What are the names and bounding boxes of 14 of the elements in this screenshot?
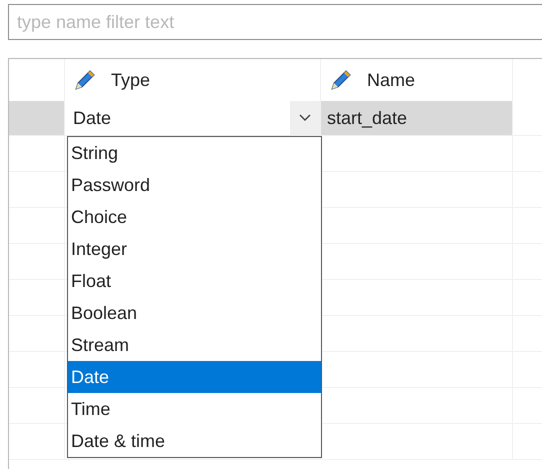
dropdown-option[interactable]: Choice	[68, 201, 321, 233]
chevron-down-icon	[299, 114, 311, 122]
dropdown-option[interactable]: Float	[68, 265, 321, 297]
table-cell: start_date	[321, 101, 513, 135]
dropdown-option[interactable]: Time	[68, 393, 321, 425]
dropdown-option[interactable]: Integer	[68, 233, 321, 265]
dropdown-option[interactable]: Password	[68, 169, 321, 201]
filter-field[interactable]: type name filter text	[8, 4, 542, 40]
dropdown-option[interactable]: Boolean	[68, 297, 321, 329]
dropdown-option[interactable]: Date	[68, 361, 321, 393]
dropdown-option[interactable]: Date & time	[68, 425, 321, 457]
row-header[interactable]	[9, 101, 65, 135]
dropdown-option[interactable]: String	[68, 137, 321, 169]
dropdown-option[interactable]: Stream	[68, 329, 321, 361]
